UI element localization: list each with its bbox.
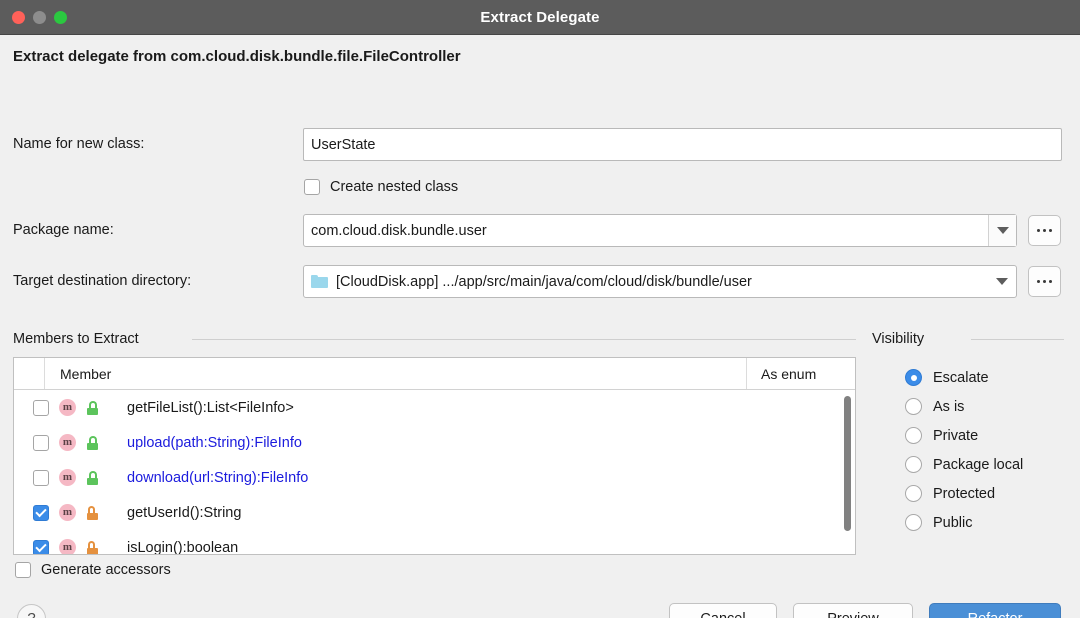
lock-open-icon — [86, 400, 99, 415]
generate-accessors-checkbox[interactable] — [15, 562, 31, 578]
chevron-down-icon — [996, 278, 1008, 285]
visibility-group-title: Visibility — [872, 331, 933, 347]
table-row[interactable]: m getUserId():String — [14, 495, 855, 530]
lock-closed-icon — [86, 505, 99, 520]
create-nested-class-checkbox[interactable] — [304, 179, 320, 195]
dialog-body: Extract delegate from com.cloud.disk.bun… — [0, 35, 1080, 618]
zoom-button[interactable] — [54, 10, 67, 24]
radio-button[interactable] — [905, 427, 922, 444]
package-name-dropdown-arrow[interactable] — [988, 215, 1016, 246]
create-nested-class-row[interactable]: Create nested class — [304, 179, 458, 195]
target-directory-dropdown-arrow[interactable] — [988, 266, 1016, 297]
target-directory-combo[interactable]: [CloudDisk.app] .../app/src/main/java/co… — [303, 265, 1017, 298]
members-header-as-enum[interactable]: As enum — [747, 358, 855, 389]
folder-icon — [311, 275, 328, 288]
lock-open-icon — [86, 435, 99, 450]
visibility-option-label: Private — [933, 427, 979, 444]
table-row[interactable]: m upload(path:String):FileInfo — [14, 425, 855, 460]
target-directory-label: Target destination directory: — [13, 273, 192, 289]
lock-closed-icon — [86, 540, 99, 554]
radio-button[interactable] — [905, 485, 922, 502]
method-icon: m — [59, 434, 76, 451]
method-icon: m — [59, 469, 76, 486]
ellipsis-dot — [1037, 280, 1040, 283]
minimize-button[interactable] — [33, 10, 46, 24]
window-controls — [0, 10, 67, 24]
package-name-label: Package name: — [13, 222, 114, 238]
members-table-scrollbar[interactable] — [844, 396, 851, 531]
table-row[interactable]: m isLogin():boolean — [14, 530, 855, 555]
question-mark-icon: ? — [27, 610, 35, 618]
members-group-title: Members to Extract — [13, 331, 147, 347]
preview-button[interactable]: Preview — [793, 603, 913, 618]
member-checkbox[interactable] — [33, 539, 49, 554]
member-name: isLogin():boolean — [127, 539, 239, 555]
name-for-new-class-label: Name for new class: — [13, 136, 145, 152]
radio-button[interactable] — [905, 514, 922, 531]
visibility-option-label: Package local — [933, 456, 1024, 473]
visibility-option-as-is[interactable]: As is — [905, 398, 964, 415]
visibility-option-label: Escalate — [933, 369, 989, 386]
method-icon: m — [59, 539, 76, 554]
radio-button[interactable] — [905, 456, 922, 473]
generate-accessors-row[interactable]: Generate accessors — [15, 562, 171, 578]
visibility-option-label: Public — [933, 514, 973, 531]
package-name-value[interactable]: com.cloud.disk.bundle.user — [304, 223, 988, 239]
visibility-option-escalate[interactable]: Escalate — [905, 369, 989, 386]
cancel-button[interactable]: Cancel — [669, 603, 777, 618]
target-directory-browse-button[interactable] — [1028, 266, 1061, 297]
member-name: download(url:String):FileInfo — [127, 469, 309, 486]
ellipsis-dot — [1037, 229, 1040, 232]
window-title: Extract Delegate — [480, 8, 600, 26]
chevron-down-icon — [996, 227, 1009, 234]
members-table[interactable]: Member As enum m getFileList():List<FileI… — [13, 357, 856, 555]
lock-open-icon — [86, 470, 99, 485]
ellipsis-dot — [1049, 229, 1052, 232]
refactor-button[interactable]: Refactor — [929, 603, 1061, 618]
member-name: getUserId():String — [127, 504, 242, 521]
close-button[interactable] — [12, 10, 25, 24]
ellipsis-dot — [1049, 280, 1052, 283]
visibility-option-private[interactable]: Private — [905, 427, 978, 444]
target-directory-value[interactable]: [CloudDisk.app] .../app/src/main/java/co… — [336, 274, 752, 290]
member-checkbox[interactable] — [33, 469, 49, 486]
visibility-option-label: Protected — [933, 485, 996, 502]
help-button[interactable]: ? — [17, 604, 46, 618]
package-browse-button[interactable] — [1028, 215, 1061, 246]
radio-button[interactable] — [905, 369, 922, 386]
member-name: upload(path:String):FileInfo — [127, 434, 302, 451]
name-for-new-class-input[interactable]: UserState — [303, 128, 1062, 161]
ellipsis-dot — [1043, 280, 1046, 283]
visibility-group-rule — [971, 339, 1064, 340]
table-row[interactable]: m download(url:String):FileInfo — [14, 460, 855, 495]
visibility-option-package-local[interactable]: Package local — [905, 456, 1023, 473]
member-checkbox[interactable] — [33, 399, 49, 416]
members-header-checkbox-column — [14, 358, 45, 389]
method-icon: m — [59, 504, 76, 521]
window-titlebar: Extract Delegate — [0, 0, 1080, 35]
dialog-heading: Extract delegate from com.cloud.disk.bun… — [13, 48, 461, 65]
radio-button[interactable] — [905, 398, 922, 415]
visibility-option-label: As is — [933, 398, 965, 415]
members-table-body[interactable]: m getFileList():List<FileInfo> m upload(pat… — [14, 390, 855, 555]
member-name: getFileList():List<FileInfo> — [127, 399, 294, 416]
table-row[interactable]: m getFileList():List<FileInfo> — [14, 390, 855, 425]
members-table-header: Member As enum — [14, 358, 855, 390]
member-checkbox[interactable] — [33, 504, 49, 521]
package-name-combo[interactable]: com.cloud.disk.bundle.user — [303, 214, 1017, 247]
visibility-option-protected[interactable]: Protected — [905, 485, 995, 502]
generate-accessors-label: Generate accessors — [41, 562, 171, 578]
members-header-member[interactable]: Member — [45, 358, 747, 389]
ellipsis-dot — [1043, 229, 1046, 232]
method-icon: m — [59, 399, 76, 416]
visibility-option-public[interactable]: Public — [905, 514, 973, 531]
members-group-rule — [192, 339, 856, 340]
member-checkbox[interactable] — [33, 434, 49, 451]
create-nested-class-label: Create nested class — [330, 179, 459, 195]
